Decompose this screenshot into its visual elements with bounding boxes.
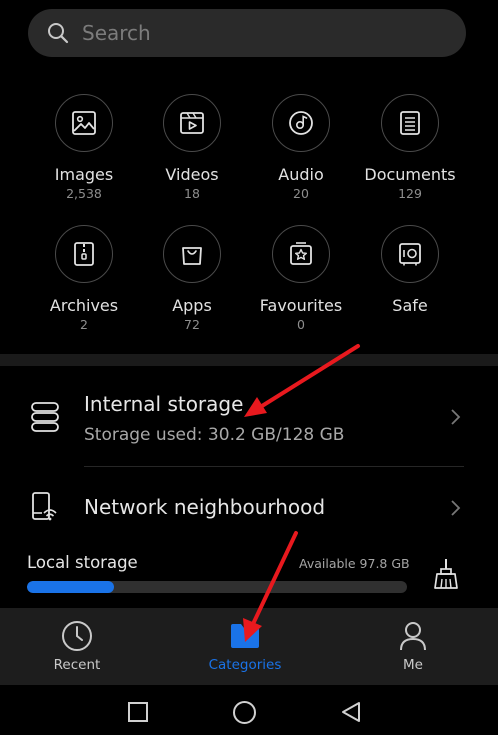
network-device-icon (32, 492, 57, 521)
music-disc-icon (289, 111, 313, 135)
document-icon (400, 111, 420, 135)
chevron-right-icon (451, 500, 461, 516)
person-icon (400, 622, 426, 651)
category-count: 0 (297, 317, 305, 332)
category-favourites[interactable]: Favourites 0 (246, 225, 356, 332)
section-separator (0, 354, 498, 366)
tab-me[interactable]: Me (353, 608, 473, 673)
category-label: Images (54, 165, 114, 184)
broom-cleanup-icon[interactable] (432, 557, 460, 591)
category-count: 129 (398, 186, 422, 201)
internal-storage-used: Storage used: 30.2 GB/128 GB (84, 425, 345, 445)
local-storage-progress-fill (27, 581, 115, 593)
local-storage-available: Available 97.8 GB (299, 556, 410, 571)
tab-me-label: Me (403, 657, 423, 673)
folder-icon (231, 624, 259, 648)
tab-recent-label: Recent (53, 657, 101, 673)
image-icon (72, 111, 96, 135)
star-icon (290, 242, 312, 265)
shopping-bag-icon (182, 247, 202, 265)
system-navigation-bar (0, 685, 498, 735)
network-neighbourhood-title: Network neighbourhood (84, 495, 326, 519)
storage-stack-icon (31, 402, 59, 432)
category-safe[interactable]: Safe (355, 225, 465, 318)
tab-categories-label: Categories (208, 657, 282, 673)
tab-categories[interactable]: Categories (185, 608, 305, 673)
chevron-right-icon (451, 409, 461, 425)
category-icon-circle (55, 94, 113, 152)
local-storage-progress (27, 581, 407, 593)
category-label: Archives (49, 296, 119, 315)
category-count: 2 (80, 317, 88, 332)
category-videos[interactable]: Videos 18 (137, 94, 247, 201)
category-icon-circle (55, 225, 113, 283)
local-storage-title: Local storage (27, 553, 138, 572)
category-icon-circle (272, 94, 330, 152)
category-count: 18 (184, 186, 200, 201)
category-label: Audio (278, 165, 324, 184)
video-icon (180, 112, 204, 134)
internal-storage-row[interactable]: Internal storage Storage used: 30.2 GB/1… (0, 366, 498, 466)
search-input[interactable] (82, 21, 442, 45)
category-label: Apps (172, 296, 212, 315)
category-count: 20 (293, 186, 309, 201)
circle-home-icon[interactable] (232, 700, 257, 725)
archive-zip-icon (74, 242, 94, 266)
category-archives[interactable]: Archives 2 (29, 225, 139, 332)
triangle-back-icon[interactable] (340, 701, 362, 723)
bottom-navigation: Recent Categories Me (0, 608, 498, 685)
category-label: Favourites (259, 296, 343, 315)
category-count: 72 (184, 317, 200, 332)
category-icon-circle (381, 94, 439, 152)
category-images[interactable]: Images 2,538 (29, 94, 139, 201)
category-icon-circle (163, 225, 221, 283)
internal-storage-title: Internal storage (84, 392, 244, 416)
category-documents[interactable]: Documents 129 (355, 94, 465, 201)
category-label: Videos (165, 165, 219, 184)
category-apps[interactable]: Apps 72 (137, 225, 247, 332)
network-neighbourhood-row[interactable]: Network neighbourhood (0, 467, 498, 547)
search-bar[interactable] (28, 9, 466, 57)
category-audio[interactable]: Audio 20 (246, 94, 356, 201)
category-label: Safe (392, 296, 428, 315)
square-recents-icon[interactable] (127, 701, 149, 723)
tab-recent[interactable]: Recent (17, 608, 137, 673)
category-count: 2,538 (66, 186, 102, 201)
search-icon (48, 23, 69, 44)
category-icon-circle (272, 225, 330, 283)
category-icon-circle (163, 94, 221, 152)
safe-icon (399, 243, 421, 266)
clock-icon (62, 621, 92, 651)
category-label: Documents (364, 165, 456, 184)
category-icon-circle (381, 225, 439, 283)
